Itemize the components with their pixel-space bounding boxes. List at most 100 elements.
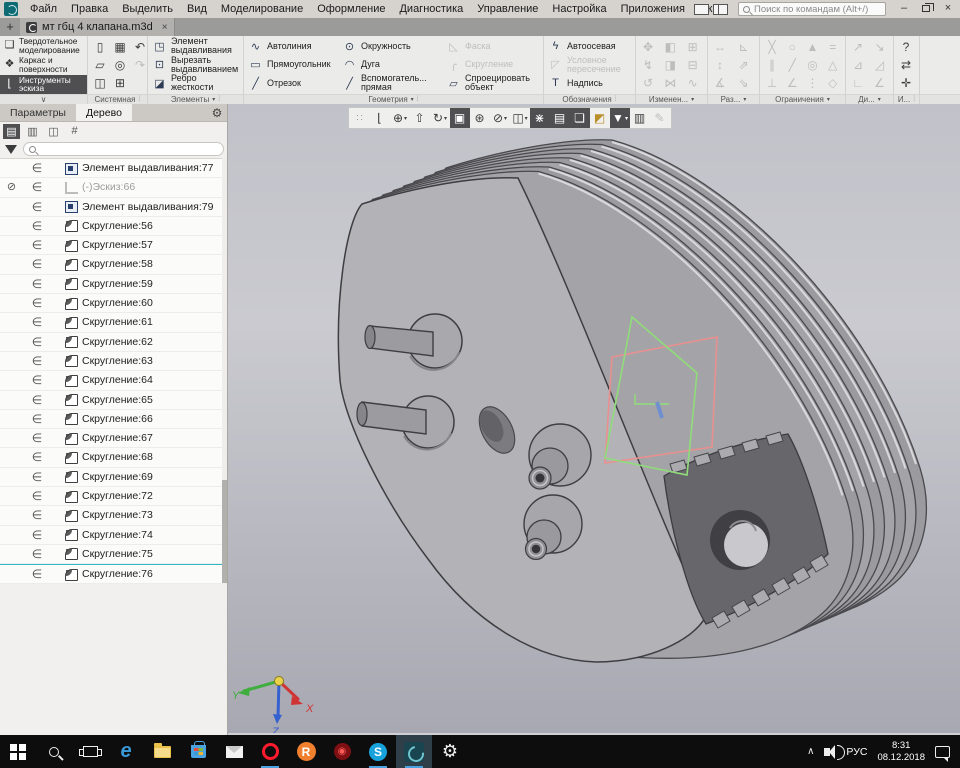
tree-item[interactable]: ∈ Скругление:76 [0,564,227,583]
geometry-tool-button[interactable]: ∿ Автолиния [246,37,340,56]
diagnostics-tool-button[interactable]: ↘ [871,38,889,56]
notification-center-icon[interactable] [935,746,950,758]
geometry-tool-button[interactable]: ◠ Дуга [340,56,444,75]
dimension-tool-button[interactable]: ⇘ [735,74,753,92]
hide-objects-icon[interactable]: ⊘▾ [490,108,510,128]
constraint-tool-button[interactable]: ⊥ [763,74,781,92]
system-tool-button[interactable]: ◎ [111,56,129,74]
tree-item[interactable]: ∈ Скругление:62 [0,333,227,352]
misc-tool-button[interactable]: ⇄ [897,56,915,74]
system-tool-button[interactable]: ↶ [131,38,147,56]
tree-item[interactable]: ∈ Скругление:67 [0,429,227,448]
diagnostics-tool-button[interactable]: ∠ [871,74,889,92]
dimension-tool-button[interactable]: ∡ [711,74,729,92]
tree-item[interactable]: ∈ Скругление:75 [0,545,227,564]
tray-expand-icon[interactable]: ∧ [807,746,814,757]
constraint-tool-button[interactable]: △ [824,56,842,74]
filter-icon[interactable]: ▼▾ [610,108,630,128]
modify-tool-button[interactable]: ↯ [639,56,657,74]
menu-item[interactable]: Управление [470,0,545,18]
close-button[interactable]: × [938,1,958,17]
tree-item[interactable]: ∈ Скругление:58 [0,255,227,274]
tree-item[interactable]: ∈ Скругление:59 [0,275,227,294]
r-app-button[interactable]: R [288,735,324,768]
tree-item[interactable]: ∈ Скругление:64 [0,371,227,390]
start-button[interactable] [0,735,36,768]
system-tool-button[interactable]: ▱ [91,56,109,74]
tree-item[interactable]: ∈ Скругление:56 [0,217,227,236]
system-tool-button[interactable]: ▯ [91,38,109,56]
system-tool-button[interactable]: ▦ [111,38,129,56]
constraint-tool-button[interactable]: ∠ [783,74,801,92]
diagnostics-tool-button[interactable]: ⊿ [849,56,867,74]
store-button[interactable] [180,735,216,768]
modify-tool-button[interactable]: ⊟ [684,56,702,74]
tree-search-input[interactable] [23,142,224,156]
document-tab[interactable]: мт гбц 4 клапана.m3d × [20,18,175,36]
scrollbar-thumb[interactable] [222,480,227,583]
constraint-tool-button[interactable]: ╱ [783,56,801,74]
new-tab-button[interactable]: + [0,18,20,36]
tree-item[interactable]: ∈ Скругление:73 [0,506,227,525]
snap-icon[interactable]: ⋇ [530,108,550,128]
tree-item[interactable]: ∈ Элемент выдавливания:79 [0,198,227,217]
minimize-button[interactable]: – [894,1,914,17]
modes-collapse-icon[interactable]: ∨ [41,95,47,104]
menu-item[interactable]: Моделирование [214,0,310,18]
rotate-view-icon[interactable]: ↻▾ [430,108,450,128]
volume-icon[interactable] [824,748,830,756]
shaded-view-icon[interactable]: ▣ [450,108,470,128]
notation-tool-button[interactable]: ϟ Автоосевая [546,37,633,56]
opera-button[interactable] [252,735,288,768]
dimension-tool-button[interactable]: ⇗ [735,56,753,74]
element-tool-button[interactable]: ⊡ Вырезатьвыдавливанием [150,56,241,75]
constraint-tool-button[interactable]: = [824,38,842,56]
task-view-button[interactable] [72,735,108,768]
menu-item[interactable]: Диагностика [392,0,470,18]
command-search-input[interactable]: Поиск по командам (Alt+/) [738,2,886,16]
menu-item[interactable]: Приложения [614,0,692,18]
element-tool-button[interactable]: ◪ Реброжесткости [150,74,241,93]
modify-tool-button[interactable]: ↺ [639,74,657,92]
constraint-tool-button[interactable]: ╳ [763,38,781,56]
edge-button[interactable]: e [108,735,144,768]
modify-tool-button[interactable]: ∿ [684,74,702,92]
tab-close-icon[interactable]: × [158,22,168,33]
zoom-icon[interactable]: ⊕▾ [390,108,410,128]
diagnostics-tool-button[interactable]: ↗ [849,38,867,56]
restore-button[interactable] [916,1,936,17]
language-indicator[interactable]: РУС [846,746,867,758]
taskbar-clock[interactable]: 8:3108.12.2018 [877,740,925,764]
filter-funnel-icon[interactable] [5,145,17,154]
notation-tool-button[interactable]: T Надпись [546,74,633,93]
menu-item[interactable]: Оформление [310,0,392,18]
media-app-button[interactable]: ◉ [324,735,360,768]
constraint-tool-button[interactable]: ○ [783,38,801,56]
system-tool-button[interactable]: ◫ [91,74,109,92]
menu-item[interactable]: Выделить [115,0,180,18]
geometry-tool-button[interactable]: ⊙ Окружность [340,37,444,56]
mail-button[interactable] [216,735,252,768]
dimension-tool-button[interactable]: ⊾ [735,38,753,56]
tree-view-icon[interactable]: ▥ [24,124,41,139]
geometry-tool-button[interactable]: ╱ Отрезок [246,74,340,93]
gear-icon[interactable]: ⚙ [207,104,227,121]
notation-tool-button[interactable]: ◸ Условноепересечение [546,56,633,75]
orientation-icon[interactable]: ⇧ [410,108,430,128]
visibility-off-icon[interactable]: ⊘ [4,180,19,193]
tab-parameters[interactable]: Параметры [0,104,76,121]
constraint-tool-button[interactable]: ◇ [824,74,842,92]
menu-item[interactable]: Вид [180,0,214,18]
tree-item[interactable]: ⊘ ∈ (-)Эскиз:66 [0,178,227,197]
split-view-icon[interactable]: ▥ [630,108,650,128]
kompas-taskbar-button[interactable] [396,735,432,768]
tree-item[interactable]: ∈ Скругление:61 [0,313,227,332]
tree-view-icon[interactable]: # [66,124,83,139]
geometry-tool-button[interactable]: ╱ Вспомогатель...прямая [340,74,444,93]
tree-item[interactable]: ∈ Скругление:65 [0,391,227,410]
pick-icon[interactable]: ✎ [650,108,670,128]
menu-item[interactable]: Правка [64,0,115,18]
misc-tool-button[interactable]: ✛ [897,74,915,92]
layers-icon[interactable]: ❏ [570,108,590,128]
modify-tool-button[interactable]: ⊞ [684,38,702,56]
